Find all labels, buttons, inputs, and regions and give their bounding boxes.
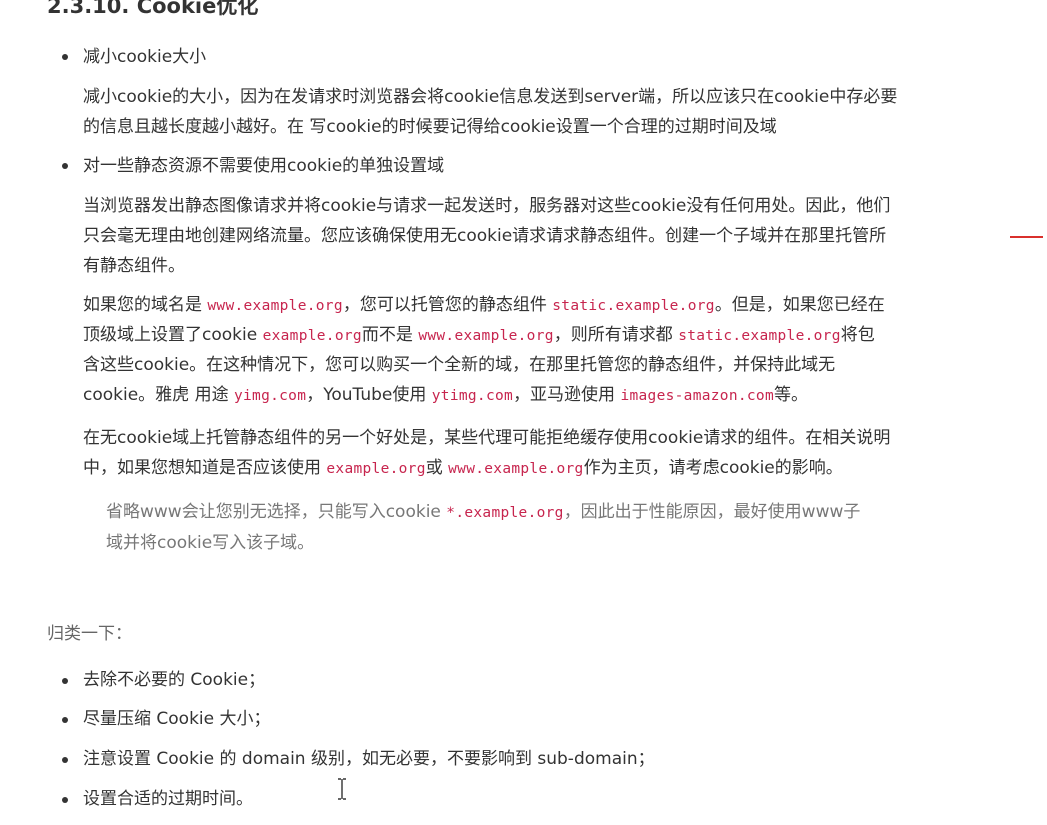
static-domain-paragraph-3: 在无cookie域上托管静态组件的另一个好处是，某些代理可能拒绝缓存使用cook… xyxy=(83,423,1013,483)
text-segment: 将包 xyxy=(840,325,875,345)
paragraph-line: cookie。雅虎 用途 yimg.com，YouTube使用 ytimg.co… xyxy=(83,380,1013,410)
paragraph-line: 在无cookie域上托管静态组件的另一个好处是，某些代理可能拒绝缓存使用cook… xyxy=(83,428,891,448)
static-domain-paragraph-2: 如果您的域名是 www.example.org，您可以托管您的静态组件 stat… xyxy=(83,290,1013,410)
inline-code: static.example.org xyxy=(552,298,715,314)
paragraph-line: 顶级域上设置了cookie example.org而不是 www.example… xyxy=(83,320,1013,350)
text-segment: 。但是，如果您已经在 xyxy=(714,295,885,315)
paragraph-line: 如果您的域名是 www.example.org，您可以托管您的静态组件 stat… xyxy=(83,290,1013,320)
text-segment: 或 xyxy=(425,458,449,478)
bullet-dot xyxy=(62,54,68,60)
list-item-reduce-cookie: 减小cookie大小 xyxy=(83,47,207,67)
paragraph-line: 当浏览器发出静态图像请求并将cookie与请求一起发送时，服务器对这些cooki… xyxy=(83,196,891,216)
list-item-static-domain: 对一些静态资源不需要使用cookie的单独设置域 xyxy=(83,156,445,176)
paragraph-line: 的信息且越长度越小越好。在 写cookie的时候要记得给cookie设置一个合理… xyxy=(83,117,777,137)
inline-code: static.example.org xyxy=(678,328,841,344)
quote-line: 省略www会让您别无选择，只能写入cookie *.example.org，因此… xyxy=(106,497,1006,528)
bullet-dot xyxy=(62,797,68,803)
text-segment: ，亚马逊使用 xyxy=(513,385,621,405)
blockquote-note: 省略www会让您别无选择，只能写入cookie *.example.org，因此… xyxy=(106,497,1006,559)
text-segment: 而不是 xyxy=(361,325,419,345)
quote-line: 域并将cookie写入该子域。 xyxy=(106,533,315,553)
summary-item: 尽量压缩 Cookie 大小； xyxy=(83,709,271,729)
text-cursor-icon xyxy=(338,778,346,800)
paragraph-line: 含这些cookie。在这种情况下，您可以购买一个全新的域，在那里托管您的静态组件… xyxy=(83,355,836,375)
inline-code: www.example.org xyxy=(418,328,554,344)
section-heading: 2.3.10. Cookie优化 xyxy=(47,0,259,18)
inline-code: www.example.org xyxy=(448,461,584,477)
text-segment: ，则所有请求都 xyxy=(553,325,679,345)
summary-label: 归类一下： xyxy=(47,624,132,644)
text-segment: ，您可以托管您的静态组件 xyxy=(342,295,553,315)
paragraph-line: 中，如果您想知道是否应该使用 example.org或 www.example.… xyxy=(83,453,1013,483)
summary-item: 设置合适的过期时间。 xyxy=(83,789,253,809)
inline-code: *.example.org xyxy=(446,505,564,521)
inline-code: example.org xyxy=(326,461,426,477)
text-segment: 作为主页，请考虑cookie的影响。 xyxy=(583,458,843,478)
text-segment: cookie。雅虎 用途 xyxy=(83,385,234,405)
inline-code: www.example.org xyxy=(207,298,343,314)
reduce-cookie-paragraph: 减小cookie的大小，因为在发请求时浏览器会将cookie信息发送到serve… xyxy=(83,82,1013,142)
text-segment: 等。 xyxy=(773,385,808,405)
red-annotation-mark xyxy=(1010,236,1043,238)
text-segment: 如果您的域名是 xyxy=(83,295,208,315)
inline-code: ytimg.com xyxy=(431,388,514,404)
text-segment: ，YouTube使用 xyxy=(306,385,432,405)
summary-item: 注意设置 Cookie 的 domain 级别，如无必要，不要影响到 sub-d… xyxy=(83,749,655,769)
inline-code: images-amazon.com xyxy=(620,388,774,404)
bullet-dot xyxy=(62,163,68,169)
bullet-dot xyxy=(62,678,68,684)
bullet-dot xyxy=(62,717,68,723)
paragraph-line: 只会毫无理由地创建网络流量。您应该确保使用无cookie请求请求静态组件。创建一… xyxy=(83,226,887,246)
summary-item: 去除不必要的 Cookie； xyxy=(83,670,266,690)
text-segment: 顶级域上设置了cookie xyxy=(83,325,263,345)
paragraph-line: 减小cookie的大小，因为在发请求时浏览器会将cookie信息发送到serve… xyxy=(83,87,898,107)
static-domain-paragraph-1: 当浏览器发出静态图像请求并将cookie与请求一起发送时，服务器对这些cooki… xyxy=(83,191,1013,281)
bullet-dot xyxy=(62,757,68,763)
paragraph-line: 有静态组件。 xyxy=(83,256,185,276)
text-segment: 省略www会让您别无选择，只能写入cookie xyxy=(106,502,447,522)
text-segment: 中，如果您想知道是否应该使用 xyxy=(83,458,327,478)
inline-code: yimg.com xyxy=(233,388,307,404)
text-segment: ，因此出于性能原因，最好使用www子 xyxy=(563,502,861,522)
inline-code: example.org xyxy=(262,328,362,344)
